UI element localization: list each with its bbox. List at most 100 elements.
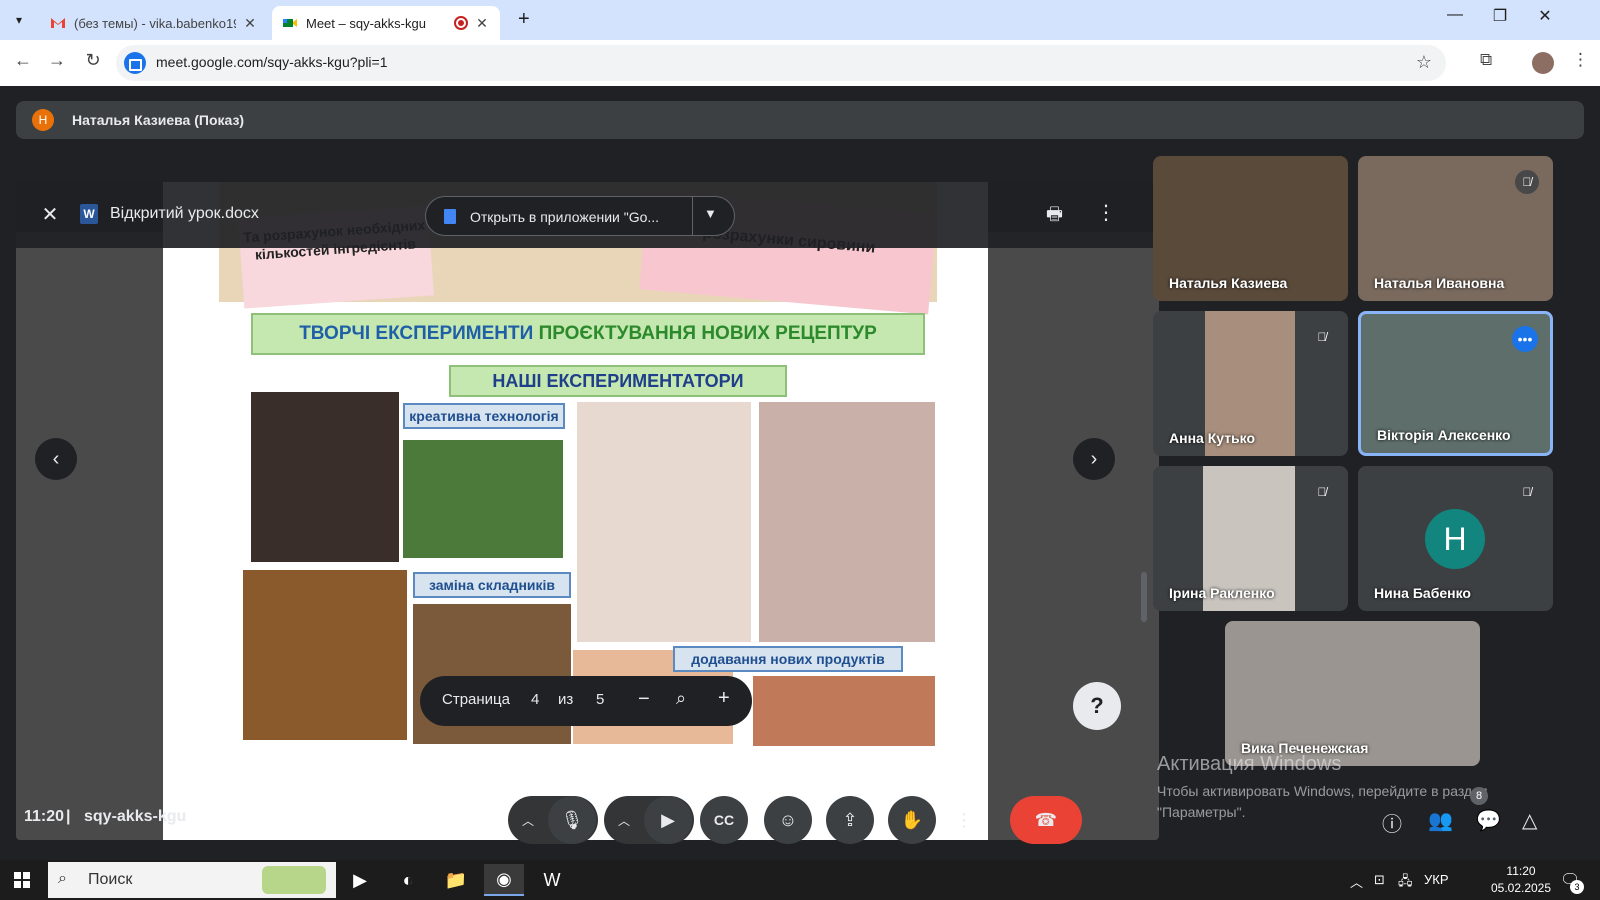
word-icon[interactable]: W: [532, 864, 572, 896]
taskbar-clock[interactable]: 11:20 05.02.2025: [1486, 863, 1556, 897]
forward-icon[interactable]: →: [44, 50, 70, 71]
page-total: 5: [596, 691, 605, 708]
search-highlight-image: [262, 866, 326, 894]
new-tab-button[interactable]: +: [518, 8, 530, 31]
participant-tile[interactable]: 🎙̸ Анна Кутько: [1153, 311, 1348, 456]
participant-tile[interactable]: Наталья Казиева: [1153, 156, 1348, 301]
clock-date: 05.02.2025: [1490, 881, 1552, 895]
tag-ingredient-swap: заміна складників: [413, 572, 571, 598]
camera-options-chevron-icon[interactable]: ︿: [604, 796, 644, 844]
participant-tile[interactable]: 🎙̸ Наталья Ивановна: [1358, 156, 1553, 301]
zoom-icon[interactable]: ⌕: [676, 688, 686, 709]
button-divider: [692, 197, 693, 235]
site-camera-icon[interactable]: [124, 52, 146, 74]
emoji-reactions-button[interactable]: ☺: [764, 796, 812, 844]
participant-tile[interactable]: 🎙̸ Н Нина Бабенко: [1358, 466, 1553, 611]
tab-meet[interactable]: Meet – sqy-akks-kgu ✕: [272, 6, 500, 40]
mic-off-icon: 🎙̸: [1515, 170, 1539, 194]
mic-options-chevron-icon[interactable]: ︿: [508, 796, 548, 844]
activities-icon[interactable]: △: [1522, 808, 1537, 833]
profile-avatar[interactable]: [1532, 52, 1554, 74]
tab-search-dropdown-icon[interactable]: ▾: [8, 9, 30, 31]
scrollbar-thumb[interactable]: [1141, 572, 1147, 622]
gmail-icon: [51, 18, 65, 28]
microphone-button[interactable]: 🎙: [548, 796, 596, 844]
close-window-icon[interactable]: ✕: [1530, 6, 1560, 26]
extensions-icon[interactable]: ⧉: [1480, 50, 1492, 70]
activation-watermark-title: Активация Windows: [1157, 753, 1342, 775]
taskbar-search-placeholder: Поиск: [88, 871, 133, 888]
windows-start-icon[interactable]: [14, 872, 30, 888]
open-in-app-label: Открыть в приложении "Go...: [470, 209, 660, 225]
tab-title: (без темы) - vika.babenko1983@: [74, 15, 236, 31]
participant-avatar: Н: [1425, 509, 1485, 569]
more-options-icon[interactable]: ⋮: [1096, 200, 1116, 225]
restore-icon[interactable]: ❐: [1485, 6, 1515, 26]
network-icon[interactable]: 🖧: [1398, 872, 1413, 894]
page-current[interactable]: 4: [531, 691, 539, 708]
browser-menu-icon[interactable]: ⋮: [1572, 50, 1589, 70]
zoom-out-icon[interactable]: −: [638, 688, 650, 711]
tag-creative-tech: креативна технологія: [403, 403, 565, 429]
page-subtitle: НАШІ ЕКСПЕРИМЕНТАТОРИ: [449, 365, 787, 397]
more-options-icon[interactable]: •••: [1512, 326, 1538, 352]
browser-toolbar: ← → ↻ meet.google.com/sqy-akks-kgu?pli=1…: [0, 40, 1600, 86]
taskbar-search[interactable]: ⌕ Поиск: [48, 862, 336, 898]
page-title: ТВОРЧІ ЕКСПЕРИМЕНТИ ПРОЄКТУВАННЯ НОВИХ Р…: [251, 313, 925, 355]
tab-title: Meet – sqy-akks-kgu: [306, 15, 426, 31]
chrome-icon[interactable]: ◉: [484, 864, 524, 896]
chevron-down-icon[interactable]: ▼: [704, 206, 717, 221]
language-indicator[interactable]: УКР: [1424, 872, 1449, 887]
open-in-app-button[interactable]: Открыть в приложении "Go... ▼: [425, 196, 735, 236]
back-icon[interactable]: ←: [10, 50, 36, 71]
reload-icon[interactable]: ↻: [80, 50, 106, 71]
camera-button[interactable]: ▶: [644, 796, 692, 844]
help-button[interactable]: ?: [1073, 682, 1121, 730]
url-text[interactable]: meet.google.com/sqy-akks-kgu?pli=1: [156, 54, 388, 70]
edge-icon[interactable]: ◐: [388, 864, 428, 896]
page-label: Страница: [442, 691, 510, 708]
page-title-part1: ТВОРЧІ ЕКСПЕРИМЕНТИ: [299, 323, 534, 344]
search-icon: ⌕: [58, 870, 67, 887]
people-count-badge: 8: [1470, 787, 1488, 805]
participant-tile-self[interactable]: Вика Печенежская: [1225, 621, 1480, 766]
close-viewer-icon[interactable]: ✕: [38, 202, 62, 227]
tray-overflow-icon[interactable]: ︿: [1350, 872, 1363, 891]
photo-chef: [251, 392, 399, 562]
page-controls: Страница 4 из 5 − ⌕ +: [420, 676, 752, 726]
photo-fried-food: [243, 570, 407, 740]
document-page: Та розрахунок необхідних кількостей інгр…: [163, 182, 988, 840]
next-page-button[interactable]: ›: [1073, 438, 1115, 480]
participant-name: Ірина Ракленко: [1169, 585, 1275, 601]
tray-app-icon[interactable]: ⊡: [1374, 872, 1385, 888]
photo-student-girl: [577, 402, 751, 642]
participant-name: Анна Кутько: [1169, 430, 1256, 446]
photo-salad: [753, 676, 935, 746]
minimize-icon[interactable]: —: [1440, 6, 1470, 24]
bookmark-star-icon[interactable]: ☆: [1416, 52, 1432, 73]
prev-page-button[interactable]: ‹: [35, 438, 77, 480]
raise-hand-button[interactable]: ✋: [888, 796, 936, 844]
close-tab-icon[interactable]: ✕: [242, 15, 258, 32]
address-bar[interactable]: meet.google.com/sqy-akks-kgu?pli=1 ☆: [116, 45, 1446, 81]
clock-time: 11:20: [1506, 864, 1536, 878]
meet-icon: [283, 19, 297, 27]
captions-button[interactable]: CC: [700, 796, 748, 844]
media-player-icon[interactable]: ▶: [340, 864, 380, 896]
participant-tile-speaking[interactable]: ••• Вікторія Алексенко: [1358, 311, 1553, 456]
end-call-button[interactable]: ☎: [1010, 796, 1082, 844]
separator: |: [66, 808, 71, 825]
people-icon[interactable]: 👥: [1428, 808, 1453, 833]
tab-gmail[interactable]: (без темы) - vika.babenko1983@ ✕: [40, 6, 268, 40]
meeting-info-icon[interactable]: ⓘ: [1382, 808, 1402, 837]
file-explorer-icon[interactable]: 📁: [436, 864, 476, 896]
zoom-in-icon[interactable]: +: [718, 687, 730, 710]
participant-tile[interactable]: 🎙̸ Ірина Ракленко: [1153, 466, 1348, 611]
present-screen-button[interactable]: ⇪: [826, 796, 874, 844]
more-options-icon[interactable]: ⋮: [950, 796, 978, 844]
close-tab-icon[interactable]: ✕: [474, 15, 490, 32]
mic-off-icon: 🎙̸: [1310, 480, 1334, 504]
chat-icon[interactable]: 💬: [1476, 808, 1501, 833]
print-icon[interactable]: 🖶: [1046, 202, 1063, 232]
presenter-bar: Н Наталья Казиева (Показ): [16, 101, 1584, 139]
